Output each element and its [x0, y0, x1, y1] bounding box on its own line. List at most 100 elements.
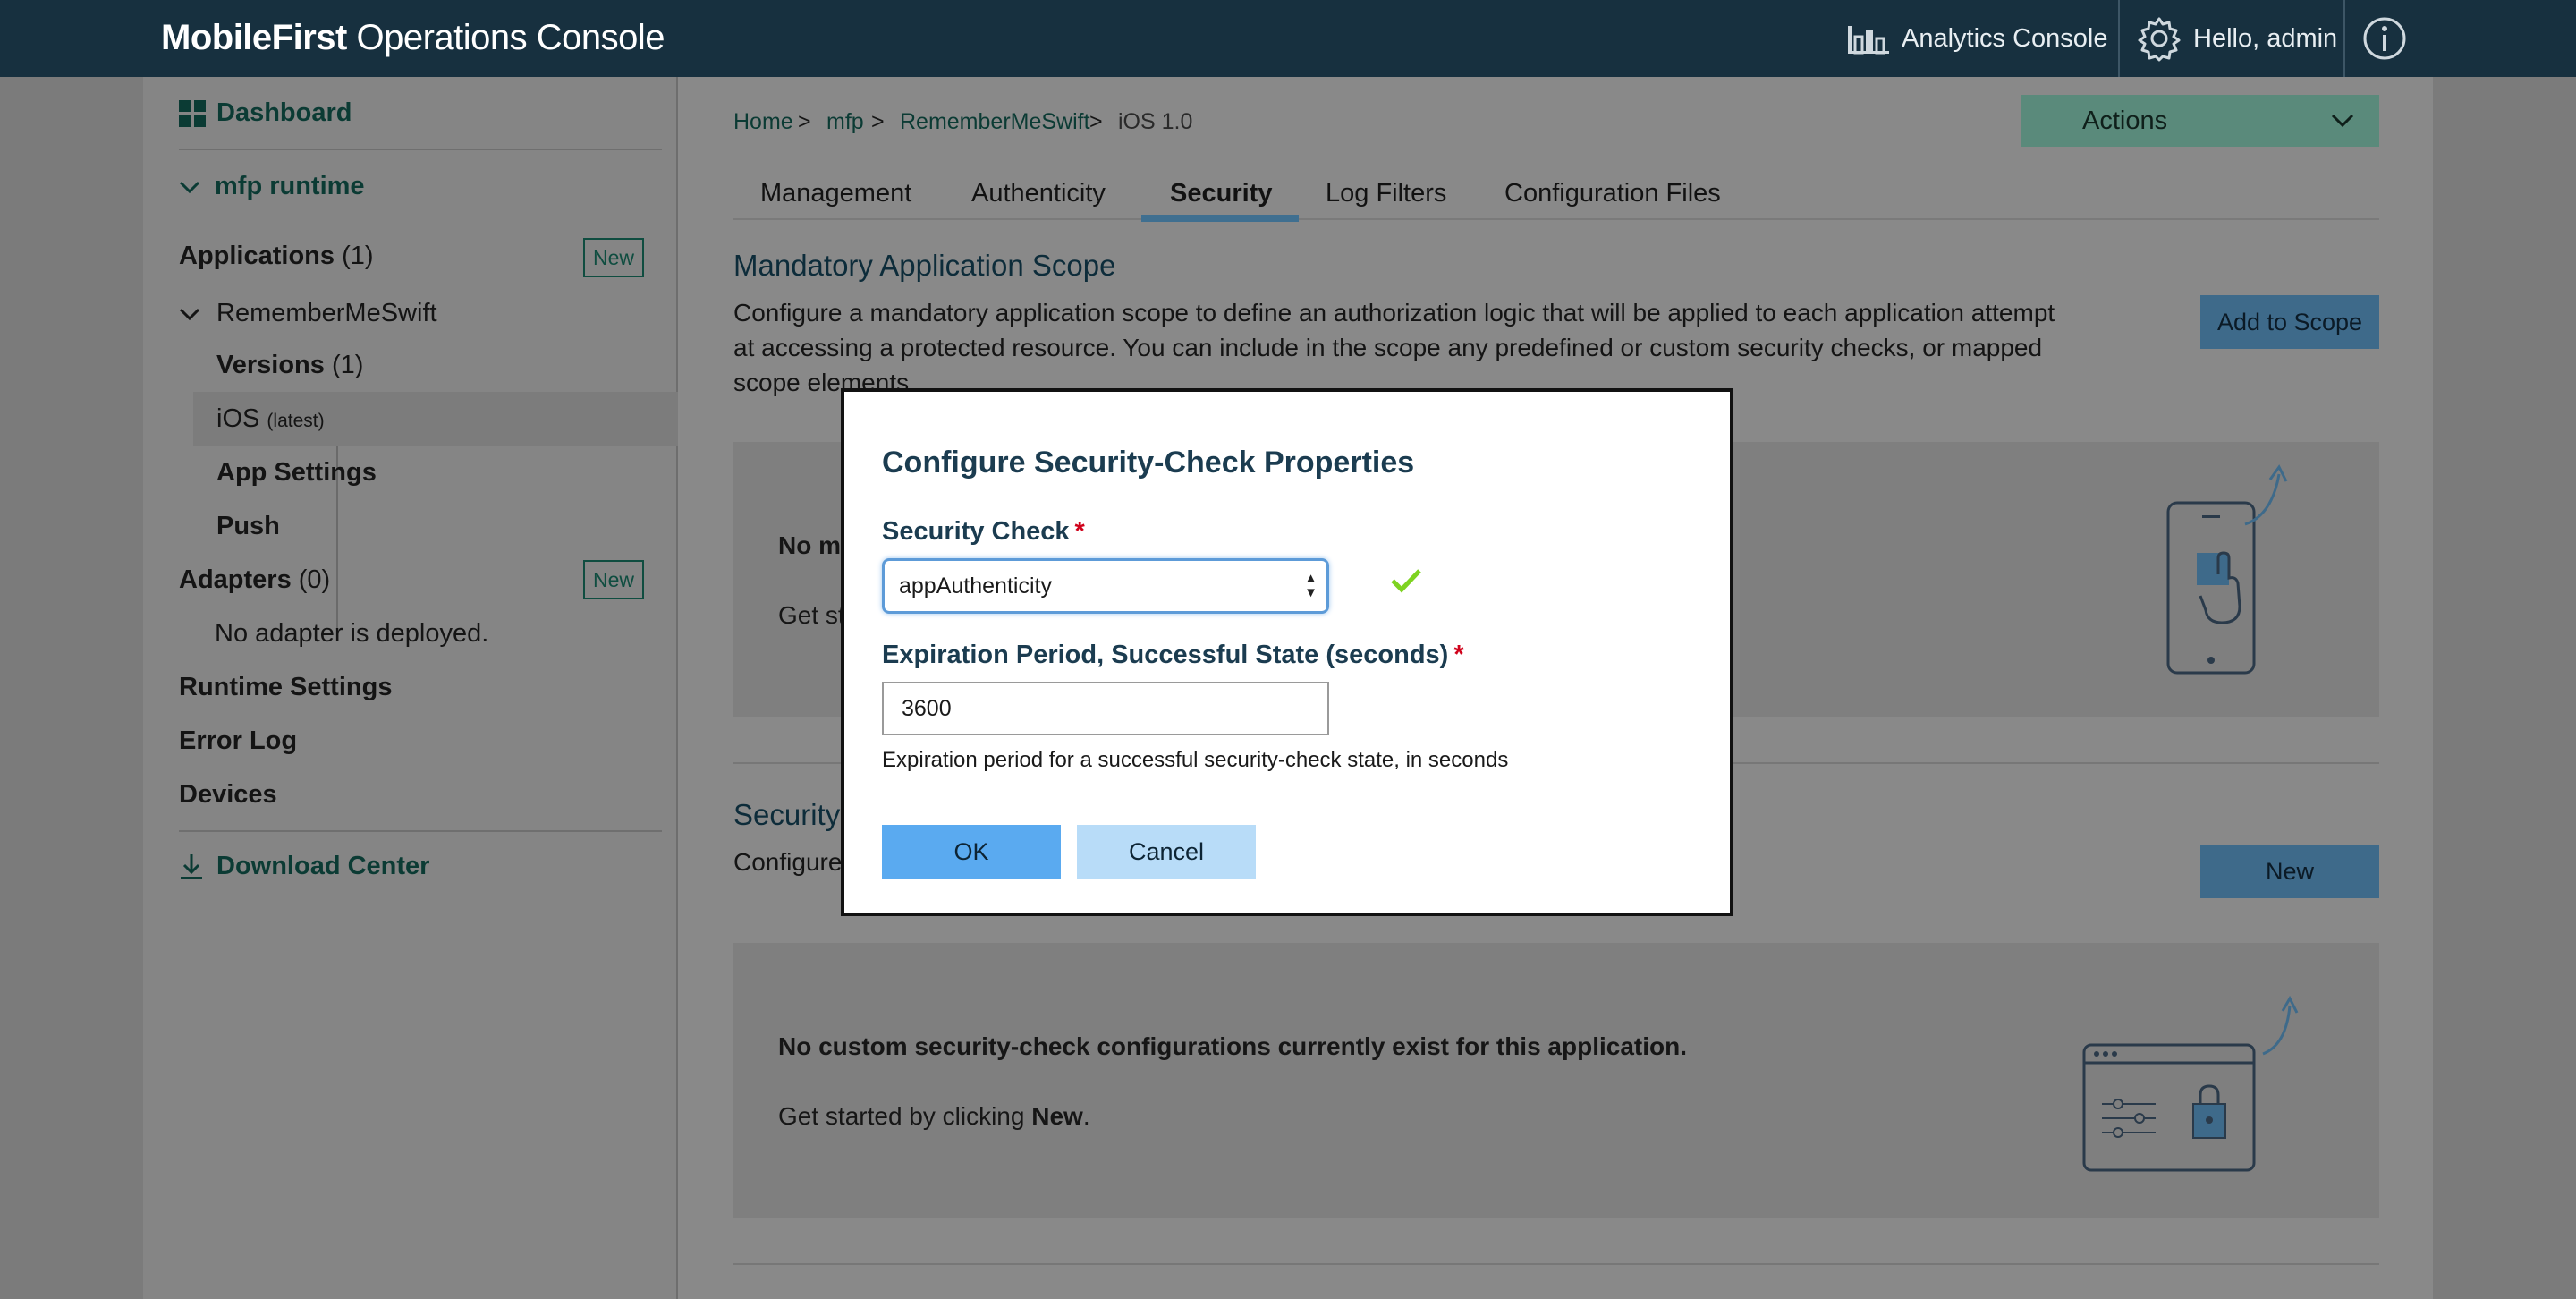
security-check-label: Security Check *: [882, 517, 1085, 547]
active-tab-indicator: [1141, 215, 1299, 222]
security-checks-empty-title: No custom security-check configurations …: [778, 1032, 1687, 1060]
scope-empty-title: No m: [778, 531, 841, 559]
tab-configuration-files[interactable]: Configuration Files: [1504, 179, 1721, 208]
required-mark: *: [1074, 517, 1085, 546]
phone-fingerprint-icon: [2166, 464, 2288, 675]
scope-desc-line: at accessing a protected resource. You c…: [733, 334, 2043, 361]
dialog-title: Configure Security-Check Properties: [882, 446, 1415, 480]
required-mark: *: [1453, 641, 1464, 669]
scope-desc-line: Configure a mandatory application scope …: [733, 299, 2055, 327]
versions-count: (1): [331, 351, 364, 379]
actions-dropdown[interactable]: Actions: [2021, 95, 2379, 147]
sidebar-item-ios[interactable]: iOS (latest): [216, 404, 325, 434]
info-icon: [2363, 17, 2406, 60]
grid-icon: [179, 99, 206, 127]
download-center-label: Download Center: [216, 852, 430, 880]
security-check-label-text: Security Check: [882, 517, 1070, 546]
header-divider: [2118, 0, 2120, 77]
top-header: MobileFirst Operations Console Analytics…: [0, 0, 2576, 77]
security-check-properties-dialog: Configure Security-Check Properties Secu…: [841, 388, 1733, 916]
chevron-down-icon: [2331, 114, 2354, 128]
expiration-label: Expiration Period, Successful State (sec…: [882, 641, 1464, 670]
tab-security[interactable]: Security: [1170, 179, 1272, 208]
sidebar-item-app-settings[interactable]: App Settings: [216, 458, 377, 488]
sidebar-item-dashboard[interactable]: Dashboard: [179, 98, 352, 128]
chevron-down-icon: [179, 308, 200, 320]
brand-bold: MobileFirst: [161, 18, 347, 57]
sidebar-item-adapters[interactable]: Adapters (0): [179, 565, 330, 595]
security-check-select[interactable]: appAuthenticity ▲ ▼: [882, 558, 1329, 614]
tree-line: [336, 417, 338, 632]
ios-label: iOS: [216, 404, 260, 433]
empty-sub-prefix: Get started by clicking: [778, 1102, 1025, 1130]
info-button[interactable]: [2361, 0, 2408, 77]
expiration-help-text: Expiration period for a successful secur…: [882, 748, 1509, 772]
new-application-button[interactable]: New: [583, 238, 644, 277]
sidebar-divider: [179, 149, 662, 150]
tab-authenticity[interactable]: Authenticity: [971, 179, 1106, 208]
sidebar-item-devices[interactable]: Devices: [179, 780, 277, 810]
scope-empty-subtitle: Get st: [778, 601, 845, 629]
breadcrumb-current: iOS 1.0: [1118, 109, 1193, 134]
sidebar-item-app[interactable]: RememberMeSwift: [179, 299, 437, 328]
sidebar-item-error-log[interactable]: Error Log: [179, 726, 297, 756]
applications-label: Applications: [179, 242, 335, 270]
scope-section-title: Mandatory Application Scope: [733, 249, 1116, 282]
runtime-label: mfp runtime: [215, 172, 365, 200]
security-checks-empty-subtitle: Get started by clicking New.: [778, 1102, 1090, 1131]
gear-icon: [2138, 17, 2181, 62]
bar-chart-icon: [1848, 26, 1889, 55]
dashboard-label: Dashboard: [216, 98, 352, 127]
tab-management[interactable]: Management: [760, 179, 911, 208]
sidebar-item-runtime-settings[interactable]: Runtime Settings: [179, 673, 392, 702]
sidebar-item-applications[interactable]: Applications (1): [179, 242, 374, 271]
new-adapter-button[interactable]: New: [583, 560, 644, 599]
new-security-check-button[interactable]: New: [2200, 845, 2379, 898]
breadcrumb-home[interactable]: Home: [733, 109, 793, 135]
tab-log-filters[interactable]: Log Filters: [1326, 179, 1446, 208]
sidebar-item-runtime[interactable]: mfp runtime: [179, 172, 365, 201]
brand-title[interactable]: MobileFirst Operations Console: [161, 18, 665, 58]
section-divider: [733, 1263, 2379, 1265]
actions-label: Actions: [2082, 106, 2168, 135]
versions-label: Versions: [216, 351, 325, 379]
download-icon: [181, 853, 202, 879]
expiration-input[interactable]: 3600: [882, 682, 1329, 735]
security-checks-empty-panel: No custom security-check configurations …: [733, 943, 2379, 1218]
applications-count: (1): [342, 242, 374, 270]
tab-bar: Management Authenticity Security Log Fil…: [733, 175, 2379, 220]
expiration-value: 3600: [902, 695, 952, 721]
select-arrows-icon: ▲ ▼: [1304, 571, 1318, 600]
sidebar-item-versions[interactable]: Versions (1): [216, 351, 363, 380]
user-menu[interactable]: Hello, admin: [2136, 0, 2337, 77]
security-checks-description: Configure: [733, 848, 843, 876]
sidebar-item-push[interactable]: Push: [216, 512, 280, 541]
checkmark-icon: [1391, 569, 1421, 593]
brand-rest: Operations Console: [356, 18, 665, 57]
breadcrumb-separator: >: [798, 109, 811, 134]
scope-section-description: Configure a mandatory application scope …: [733, 295, 2055, 400]
no-adapter-text: No adapter is deployed.: [215, 619, 489, 648]
cancel-button[interactable]: Cancel: [1077, 825, 1256, 879]
analytics-console-label: Analytics Console: [1902, 23, 2108, 53]
user-greeting: Hello, admin: [2193, 23, 2338, 53]
breadcrumb-mfp[interactable]: mfp: [826, 109, 864, 135]
security-checks-title: Security-: [733, 798, 851, 831]
settings-lock-icon: [2082, 995, 2299, 1172]
sidebar-divider: [179, 830, 662, 832]
analytics-console-link[interactable]: Analytics Console: [1846, 0, 2108, 77]
sidebar: Dashboard mfp runtime Applications (1) N…: [143, 77, 678, 1299]
ios-tag: (latest): [267, 411, 325, 431]
empty-sub-bold: New: [1031, 1102, 1083, 1130]
breadcrumb-app[interactable]: RememberMeSwift: [900, 109, 1090, 135]
header-divider: [2343, 0, 2345, 77]
empty-sub-suffix: .: [1082, 1102, 1090, 1130]
ok-button[interactable]: OK: [882, 825, 1061, 879]
sidebar-item-download-center[interactable]: Download Center: [179, 852, 429, 881]
add-to-scope-button[interactable]: Add to Scope: [2200, 295, 2379, 349]
chevron-down-icon: [179, 181, 200, 193]
expiration-label-text: Expiration Period, Successful State (sec…: [882, 641, 1449, 669]
breadcrumb-separator: >: [1089, 109, 1103, 134]
adapters-count: (0): [298, 565, 331, 594]
adapters-label: Adapters: [179, 565, 292, 594]
